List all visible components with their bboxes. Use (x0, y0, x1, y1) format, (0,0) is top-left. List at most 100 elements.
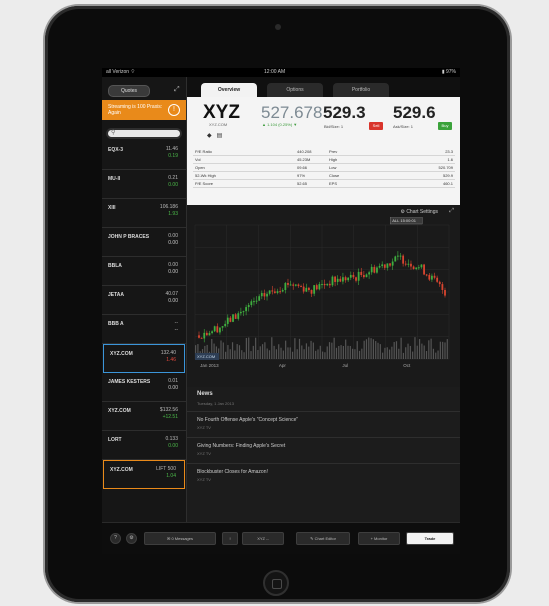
ticker-select[interactable]: XYZ -- (242, 532, 284, 545)
volume-bar (340, 345, 342, 359)
watchlist-row[interactable]: BBLA 0.00 0.00 (102, 257, 186, 286)
volume-bar (220, 340, 222, 359)
volume-bar (335, 347, 338, 359)
volume-bar (273, 345, 275, 359)
volume-bar (384, 347, 386, 359)
candle-body (407, 263, 410, 265)
help-button[interactable]: ? (110, 533, 121, 544)
row-change: -- (174, 327, 178, 333)
candle-body (250, 301, 253, 306)
candle-body (245, 307, 248, 312)
alert-bell-icon[interactable]: ◆ (207, 133, 212, 139)
news-headline: No Fourth Offense Apple's "Concept Scien… (197, 417, 299, 423)
candle-body (258, 296, 261, 301)
candle-body (198, 335, 200, 338)
news-item[interactable]: Giving Numbers: Finding Apple's Secret XY… (187, 437, 460, 464)
candle-body (347, 277, 350, 281)
row-symbol: XIII (108, 205, 116, 211)
chart-editor-button[interactable]: ✎ Chart Editor (296, 532, 350, 545)
candle-body (287, 283, 289, 285)
monitor-button[interactable]: + Monitor (358, 532, 400, 545)
candle-body (328, 283, 331, 286)
watchlist-row[interactable]: XYZ.COM $132.56 +12.51 (102, 402, 186, 431)
news-date: Tuesday, 1 Jan 2013 (197, 401, 234, 406)
watchlist-row[interactable]: JETAA 40.07 0.00 (102, 286, 186, 315)
candle-body (242, 311, 245, 313)
watchlist-row[interactable]: XIII 106.186 1.93 (102, 199, 186, 228)
volume-bar (229, 349, 231, 359)
row-symbol: XYZ.COM (110, 351, 133, 357)
volume-bar (395, 341, 398, 359)
trade-button[interactable]: Trade (406, 532, 454, 545)
expand-icon[interactable]: ⤢ (449, 208, 454, 215)
tab-portfolio[interactable]: Portfolio (333, 83, 389, 97)
candle-body (444, 289, 446, 296)
bottom-toolbar: ? ⚙ ✉ 0 Messages ! XYZ -- ✎ Chart Editor… (102, 522, 460, 554)
chart-editor-label: Chart Editor (314, 536, 336, 541)
watchlist-row[interactable]: BBB A -- -- (102, 315, 186, 344)
row-symbol: JETAA (108, 292, 125, 298)
settings-button[interactable]: ⚙ (126, 533, 137, 544)
volume-bar (414, 337, 416, 359)
watchlist-row[interactable]: LORT 0.133 0.00 (102, 431, 186, 460)
candle-body (420, 264, 423, 268)
tab-overview[interactable]: Overview (201, 83, 257, 97)
tab-options[interactable]: Options (267, 83, 323, 97)
candle-body (360, 271, 363, 276)
volume-bar (393, 342, 395, 359)
volume-bar (222, 342, 224, 359)
candle-body (438, 281, 441, 285)
watchlist-row[interactable]: EQX-3 11.46 0.19 (102, 141, 186, 170)
watchlist-row[interactable]: JOHN P BRACES 0.00 0.00 (102, 228, 186, 257)
camera-icon (275, 24, 281, 30)
stat-value: 09.66 (297, 165, 308, 170)
volume-bar (352, 348, 354, 359)
watchlist-row[interactable]: JAMES KESTERS 0.01 0.00 (102, 373, 186, 402)
volume-bar (317, 349, 319, 359)
row-change: 0.00 (168, 385, 178, 391)
price-chart[interactable]: ⚙ Chart Settings ⤢ ALL 15:00:01 XYZ.COM Ja… (187, 205, 460, 387)
buy-button[interactable]: Buy (438, 122, 452, 130)
quotes-button[interactable]: Quotes (108, 85, 150, 97)
volume-bar (294, 338, 296, 359)
alert-button[interactable]: ! (222, 532, 238, 545)
expand-icon[interactable]: ⤢ (174, 86, 180, 94)
messages-button[interactable]: ✉ 0 Messages (144, 532, 216, 545)
volume-bar (421, 343, 423, 359)
news-item[interactable]: Blockbuster Closes for Amazon! XYZ TV (187, 463, 460, 490)
search-input[interactable]: ⚲ (108, 130, 180, 137)
watchlist-row[interactable]: XYZ.COM LIFT 500 1.04 (103, 460, 185, 489)
candle-body (273, 291, 276, 293)
candle-body (417, 267, 420, 269)
stat-label: Open (195, 165, 205, 170)
stat-label: Low (329, 165, 337, 170)
candle-body (226, 317, 229, 324)
candle-body (342, 277, 344, 282)
news-headline: Blockbuster Closes for Amazon! (197, 469, 268, 475)
volume-bar (298, 338, 301, 359)
stat-label: Close (329, 173, 340, 178)
chart-settings-button[interactable]: ⚙ Chart Settings (400, 209, 438, 215)
watchlist-row[interactable]: XYZ.COM 132.40 1.46 (103, 344, 185, 373)
volume-bar (328, 342, 331, 359)
candle-body (260, 293, 263, 297)
streaming-alert[interactable]: Streaming is 100 Praxis: Again ! (102, 100, 186, 120)
volume-bar (241, 350, 243, 359)
tab-bar: Overview Options Portfolio (187, 77, 460, 97)
carrier-label: all Verizon ⌔ (106, 69, 136, 75)
candle-body (370, 266, 373, 273)
row-change: 0.19 (168, 153, 178, 159)
news-item[interactable]: No Fourth Offense Apple's "Concept Scien… (187, 411, 460, 438)
volume-bar (368, 337, 370, 359)
document-icon[interactable]: ▤ (217, 133, 223, 139)
row-change: 1.04 (166, 473, 176, 479)
candle-body (284, 283, 287, 291)
volume-bar (308, 346, 310, 359)
peak-label: ALL 15:00:01 (392, 218, 416, 223)
news-source: XYZ TV (197, 451, 211, 456)
sell-button[interactable]: Sell (369, 122, 383, 130)
home-button[interactable] (263, 570, 289, 596)
watchlist-row[interactable]: MU-II 0.21 0.00 (102, 170, 186, 199)
row-change: 0.00 (168, 240, 178, 246)
candle-body (239, 311, 242, 314)
